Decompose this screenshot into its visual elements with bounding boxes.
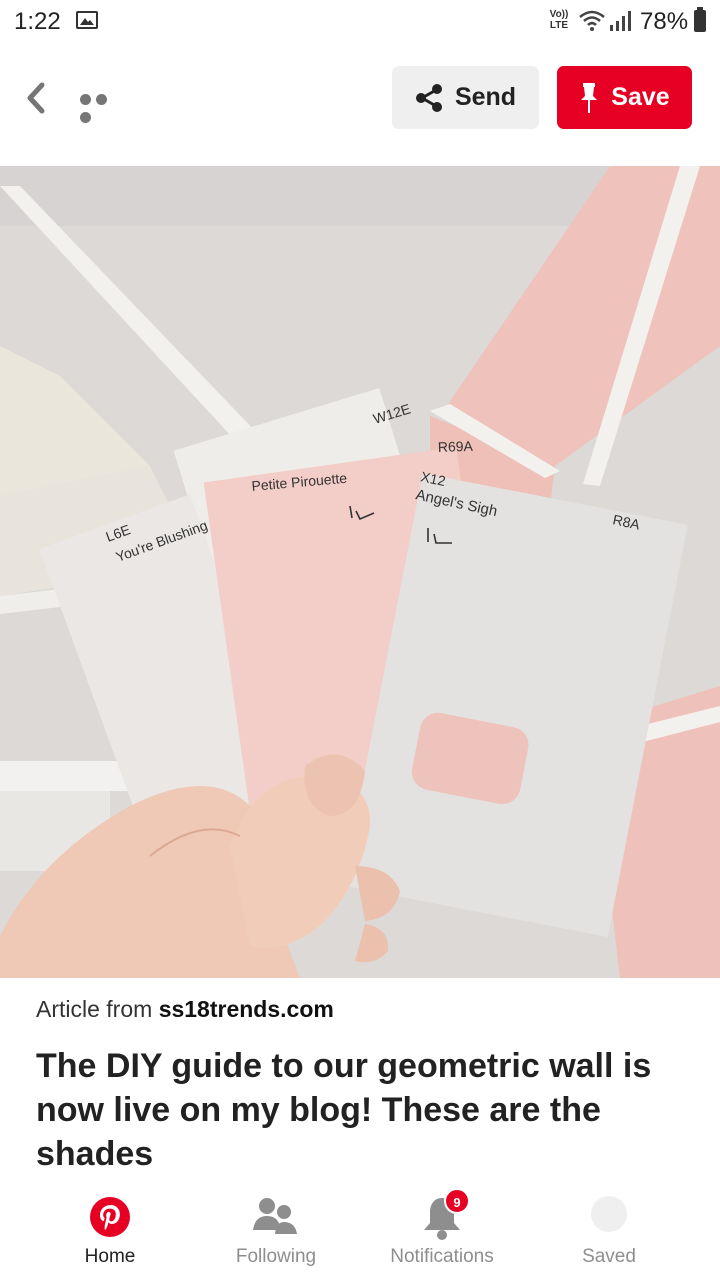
people-icon — [253, 1196, 299, 1241]
status-bar: 1:22 Vo)) LTE 78% — [0, 0, 720, 44]
battery-percent: 78% — [640, 8, 689, 35]
volte-icon: Vo)) LTE — [549, 9, 569, 31]
wifi-icon — [578, 8, 606, 37]
gallery-notification-icon — [76, 11, 98, 29]
pin-image[interactable]: W12E R69A Petite Pirouette X12 Angel's S… — [0, 166, 720, 978]
pinterest-logo-icon — [89, 1196, 131, 1243]
pin-title: The DIY guide to our geometric wall is n… — [36, 1047, 652, 1173]
pin-header: Send Save — [0, 44, 720, 166]
dot-icon — [96, 94, 107, 105]
dot-icon — [80, 94, 91, 105]
nav-home-label: Home — [84, 1246, 136, 1267]
nav-following[interactable]: Following — [196, 1186, 356, 1280]
chevron-left-icon — [27, 82, 45, 114]
save-button[interactable]: Save — [557, 66, 692, 129]
avatar-icon — [591, 1196, 627, 1232]
send-label: Send — [454, 83, 517, 111]
article-source-prefix: Article from — [36, 996, 159, 1022]
nav-home[interactable]: Home — [30, 1186, 190, 1280]
nav-saved-label: Saved — [582, 1246, 636, 1267]
article-source-domain[interactable]: ss18trends.com — [159, 996, 334, 1022]
svg-text:R69A: R69A — [438, 438, 474, 455]
avatar — [591, 1196, 627, 1232]
bell-icon: 9 — [422, 1188, 470, 1245]
bottom-navigation: Home Following 9 Notifications Saved — [0, 1186, 720, 1280]
status-time: 1:22 — [14, 8, 61, 35]
article-source[interactable]: Article from ss18trends.com — [36, 996, 334, 1023]
send-button[interactable]: Send — [392, 66, 539, 129]
nav-notifications[interactable]: 9 Notifications — [362, 1186, 522, 1280]
save-label: Save — [611, 83, 670, 111]
nav-following-label: Following — [235, 1246, 317, 1267]
nav-notifications-label: Notifications — [390, 1246, 494, 1267]
share-icon — [415, 83, 442, 112]
battery-icon — [694, 7, 706, 32]
more-options-button[interactable] — [80, 92, 126, 123]
back-button[interactable] — [22, 80, 54, 116]
nav-saved[interactable]: Saved — [529, 1186, 689, 1280]
pushpin-icon — [581, 82, 598, 113]
notification-badge: 9 — [444, 1188, 470, 1214]
dot-icon — [80, 112, 91, 123]
signal-icon — [608, 10, 634, 37]
paint-swatches-photo: W12E R69A Petite Pirouette X12 Angel's S… — [0, 166, 720, 978]
